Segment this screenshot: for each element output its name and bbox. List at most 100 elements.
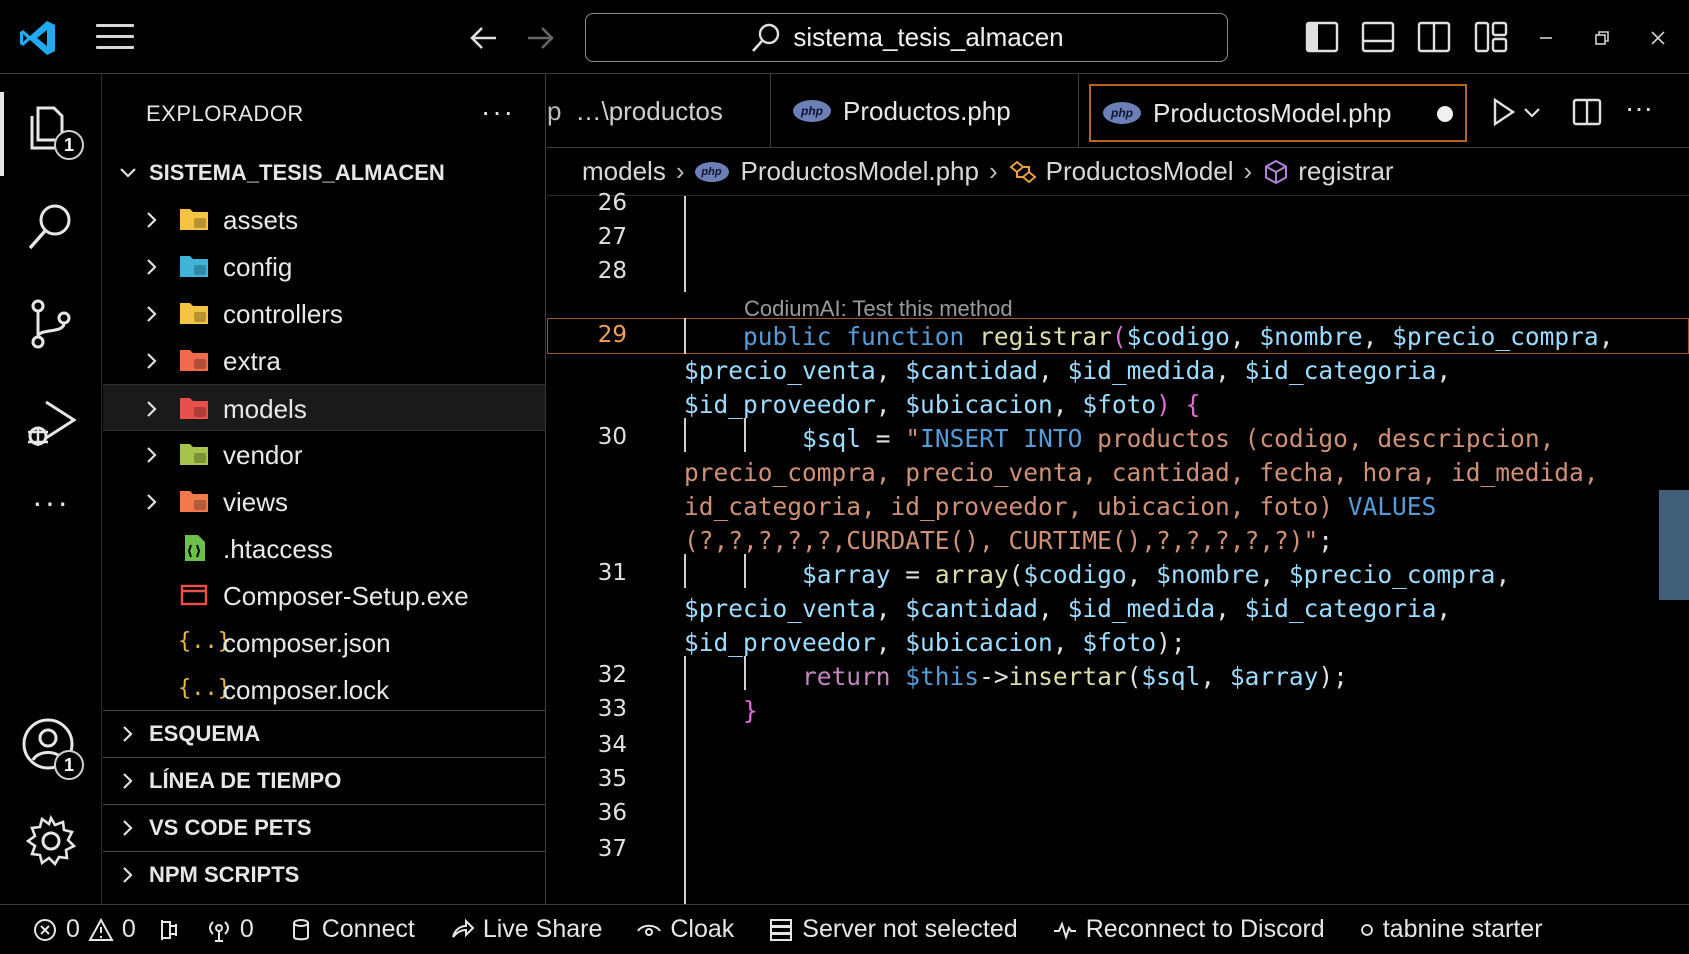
tree-item-composer-setup-exe[interactable]: Composer-Setup.exe xyxy=(103,572,545,619)
more-views-icon[interactable]: ··· xyxy=(20,484,82,546)
folder-config-icon xyxy=(180,256,208,277)
tree-item-views[interactable]: views xyxy=(103,478,545,525)
tree-item-config[interactable]: config xyxy=(103,243,545,290)
code-line-29-wrap-2: $id_proveedor, $ubicacion, $foto) { xyxy=(684,390,1201,419)
window-minimize-icon[interactable] xyxy=(1532,24,1560,52)
code-line-32: return $this->insertar($sql, $array); xyxy=(802,662,1348,691)
workspace-root[interactable]: SISTEMA_TESIS_ALMACEN xyxy=(103,150,545,196)
broadcast-icon xyxy=(208,920,229,942)
window-close-icon[interactable] xyxy=(1644,24,1672,52)
explorer-sidebar: EXPLORADOR ··· SISTEMA_TESIS_ALMACEN ass… xyxy=(103,74,546,904)
code-editor[interactable]: CodiumAI: Test this method 26 27 28 29 30 31 3… xyxy=(547,190,1689,904)
tree-item-models[interactable]: models xyxy=(103,384,545,431)
sidebar-header: EXPLORADOR ··· xyxy=(103,74,545,150)
tab-productosmodel-php[interactable]: php ProductosModel.php xyxy=(1089,84,1467,142)
tree-item-controllers[interactable]: controllers xyxy=(103,290,545,337)
window-restore-icon[interactable] xyxy=(1588,24,1616,52)
line-number: 36 xyxy=(597,800,627,826)
search-icon xyxy=(752,23,780,52)
toggle-secondary-sidebar-icon[interactable] xyxy=(1416,19,1452,55)
php-file-icon: php xyxy=(1103,102,1141,124)
line-number: 33 xyxy=(597,696,627,722)
method-symbol-icon xyxy=(1265,159,1288,184)
tabnine-status[interactable]: tabnine starter xyxy=(1359,915,1543,944)
accounts-icon[interactable]: 1 xyxy=(20,714,84,780)
chevron-right-icon xyxy=(147,401,157,417)
server-status[interactable]: Server not selected xyxy=(768,915,1018,944)
chevron-right-icon xyxy=(147,259,157,275)
server-icon xyxy=(770,918,793,941)
command-center-search[interactable]: sistema_tesis_almacen xyxy=(585,13,1228,62)
cloak-label: Cloak xyxy=(670,915,735,943)
line-number: 26 xyxy=(597,190,627,216)
search-icon[interactable] xyxy=(20,196,82,258)
cloak-status[interactable]: Cloak xyxy=(636,915,734,944)
active-indicator xyxy=(0,92,4,176)
discord-status[interactable]: Reconnect to Discord xyxy=(1052,915,1325,944)
php-file-icon: php xyxy=(694,161,729,182)
unsaved-dot-icon[interactable] xyxy=(1437,106,1453,122)
section-vs-code-pets[interactable]: VS CODE PETS xyxy=(103,804,545,850)
tree-item-composer-lock[interactable]: {..} composer.lock xyxy=(103,666,545,713)
editor-tabs: p …\productos php Productos.php php Prod… xyxy=(547,74,1689,148)
arrow-right-icon[interactable] xyxy=(522,20,558,56)
breadcrumb-class[interactable]: ProductosModel xyxy=(1046,156,1234,187)
ports-status[interactable]: 0 xyxy=(206,915,254,944)
run-play-icon[interactable] xyxy=(1487,96,1519,128)
tab-productos-php[interactable]: php Productos.php xyxy=(771,74,1079,148)
code-line-31: $array = array($codigo, $nombre, $precio… xyxy=(802,560,1511,589)
editor-more-actions-icon[interactable]: ··· xyxy=(1625,92,1657,124)
problems-status[interactable]: 0 0 xyxy=(32,915,136,944)
warning-icon xyxy=(88,917,114,941)
line-number: 31 xyxy=(597,560,627,586)
breadcrumb-method[interactable]: registrar xyxy=(1298,156,1393,187)
tab-productos-folder[interactable]: p …\productos xyxy=(547,74,771,148)
chevron-right-icon: › xyxy=(675,156,685,186)
connect-label: Connect xyxy=(321,915,415,943)
codelens-test-method[interactable]: CodiumAI: Test this method xyxy=(744,296,1013,322)
editor-area: p …\productos php Productos.php php Prod… xyxy=(547,74,1689,904)
connect-status[interactable]: Connect xyxy=(288,915,415,944)
toggle-panel-icon[interactable] xyxy=(1360,19,1396,55)
line-number: 35 xyxy=(597,766,627,792)
breadcrumb-folder[interactable]: models xyxy=(582,156,666,187)
chevron-right-icon: › xyxy=(988,156,998,186)
chevron-right-icon xyxy=(147,353,157,369)
line-number: 28 xyxy=(597,258,627,284)
tab-label: …\productos xyxy=(575,95,723,126)
sidebar-title: EXPLORADOR xyxy=(146,101,304,126)
customize-layout-icon[interactable] xyxy=(1473,19,1509,55)
tab-label: Productos.php xyxy=(843,95,1011,126)
explorer-icon[interactable]: 1 xyxy=(20,96,84,160)
settings-gear-icon[interactable] xyxy=(20,810,82,872)
code-line-30-wrap-3: (?,?,?,?,?,CURDATE(), CURTIME(),?,?,?,?,… xyxy=(684,526,1334,555)
live-share-status[interactable]: Live Share xyxy=(449,915,602,944)
tree-item-composer-json[interactable]: {..} composer.json xyxy=(103,619,545,666)
tree-item-label: extra xyxy=(223,346,281,376)
tree-item-label: vendor xyxy=(223,440,303,470)
source-control-icon[interactable] xyxy=(20,294,82,356)
arrow-left-icon[interactable] xyxy=(466,20,502,56)
indent-guide xyxy=(684,196,686,292)
remote-explorer-status[interactable] xyxy=(156,917,182,943)
run-dropdown-chevron-icon[interactable] xyxy=(1521,96,1543,128)
breadcrumb-file[interactable]: ProductosModel.php xyxy=(741,156,979,187)
split-editor-icon[interactable] xyxy=(1571,96,1603,128)
sidebar-more-button[interactable]: ··· xyxy=(481,96,515,128)
menu-hamburger-icon[interactable] xyxy=(96,24,134,50)
section-esquema[interactable]: ESQUEMA xyxy=(103,710,545,756)
tree-item-extra[interactable]: extra xyxy=(103,337,545,384)
tree-item-vendor[interactable]: vendor xyxy=(103,431,545,478)
section-l-nea-de-tiempo[interactable]: LÍNEA DE TIEMPO xyxy=(103,757,545,803)
code-line-30: $sql = "INSERT INTO productos (codigo, d… xyxy=(802,424,1555,453)
editor-scrollbar-thumb[interactable] xyxy=(1659,490,1689,600)
section-npm-scripts[interactable]: NPM SCRIPTS xyxy=(103,851,545,897)
run-debug-icon[interactable] xyxy=(20,392,82,454)
tree-item-htaccess[interactable]: .htaccess xyxy=(103,525,545,572)
htaccess-file-icon xyxy=(185,535,205,561)
chevron-right-icon xyxy=(123,772,133,789)
tab-prefix: p xyxy=(547,95,562,126)
tree-item-assets[interactable]: assets xyxy=(103,196,545,243)
folder-controllers-icon xyxy=(180,303,208,324)
toggle-primary-sidebar-icon[interactable] xyxy=(1304,19,1340,55)
